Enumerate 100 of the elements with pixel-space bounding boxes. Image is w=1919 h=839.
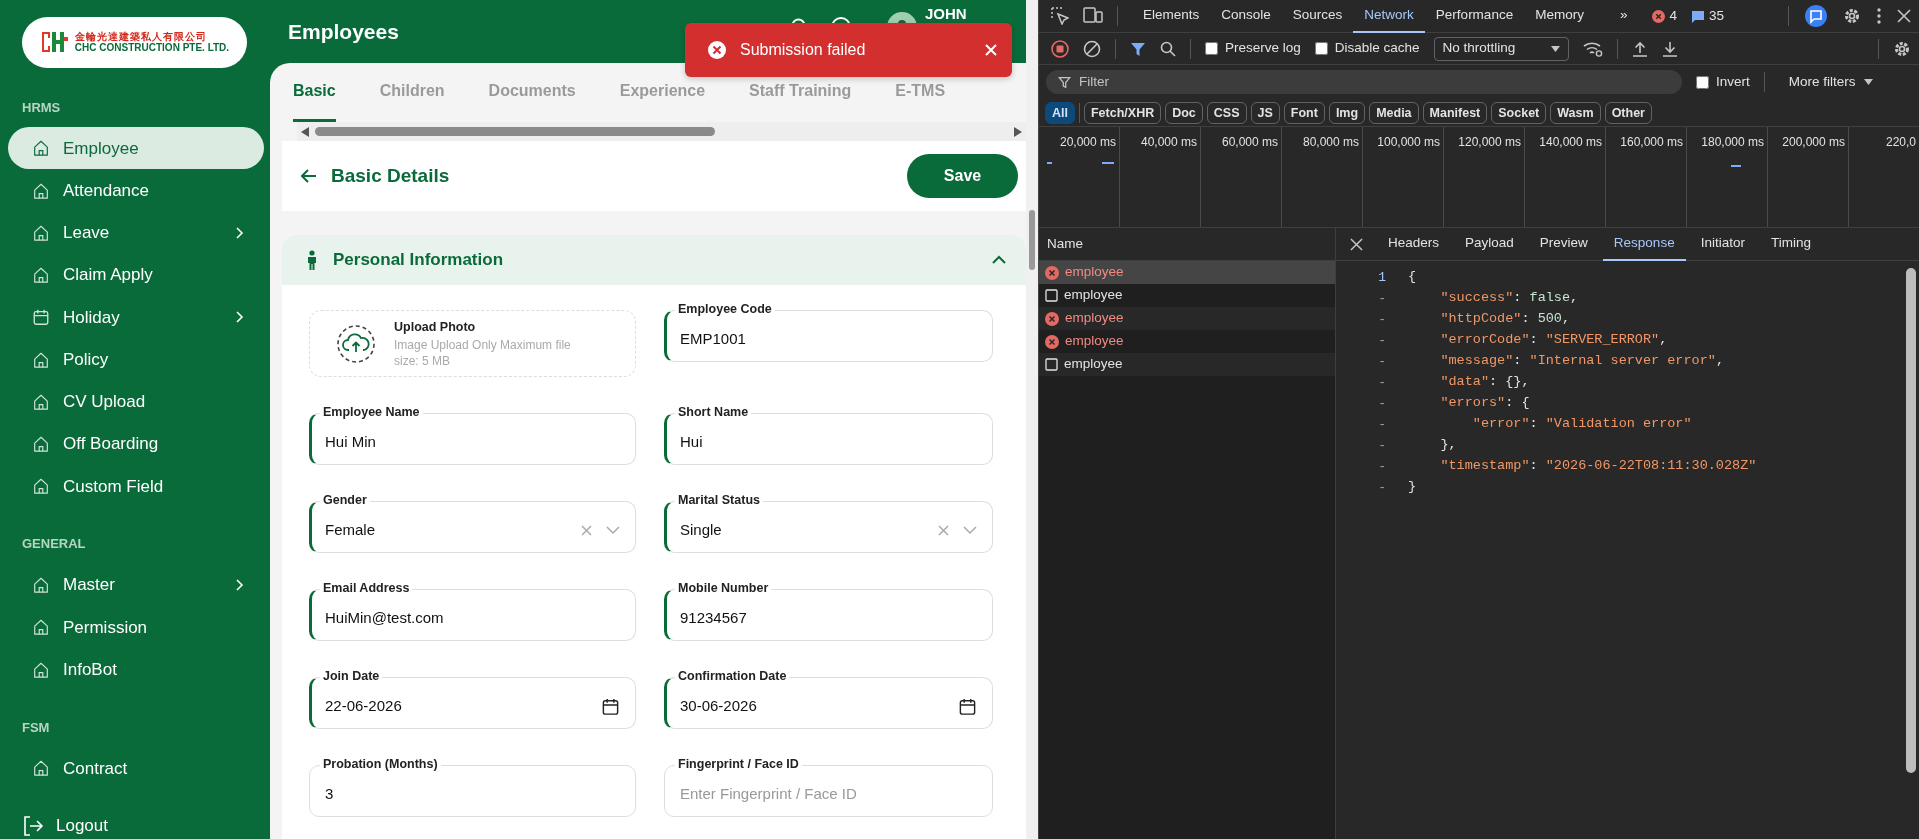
code-line: "message": "Internal server error", xyxy=(1439,352,1724,371)
upload-area[interactable]: Upload Photo Image Upload Only Maximum file size: 5 MB xyxy=(309,310,636,377)
section-heading: Basic Details xyxy=(331,163,450,188)
devtools-tab[interactable]: Elements xyxy=(1132,0,1211,33)
clear-icon[interactable] xyxy=(1083,39,1101,58)
detail-tab[interactable]: Headers xyxy=(1377,227,1451,261)
accordion-header[interactable]: Personal Information xyxy=(282,235,1026,285)
text-field[interactable]: Fingerprint / Face ID Enter Fingerprint / Face ID xyxy=(664,757,993,817)
type-filter-chip[interactable]: Manifest xyxy=(1422,101,1488,124)
error-icon xyxy=(1045,311,1059,326)
horizontal-scrollbar[interactable] xyxy=(297,122,1026,141)
detail-tab[interactable]: Preview xyxy=(1528,227,1599,261)
devtools-tab[interactable]: Console xyxy=(1210,0,1282,33)
type-filter-chip[interactable]: Wasm xyxy=(1550,101,1601,124)
logout-link[interactable]: Logout xyxy=(0,813,108,839)
type-filter-chip[interactable]: Socket xyxy=(1491,101,1547,124)
inspect-icon[interactable] xyxy=(1051,7,1069,25)
settings-icon[interactable] xyxy=(1843,7,1861,25)
sidebar-item[interactable]: Permission xyxy=(8,606,264,649)
message-icon xyxy=(1690,9,1705,23)
type-filter-chip[interactable]: Fetch/XHR xyxy=(1084,101,1162,124)
sidebar-item[interactable]: Employee xyxy=(8,127,264,170)
sidebar-item[interactable]: InfoBot xyxy=(8,648,264,691)
close-icon[interactable] xyxy=(1350,237,1363,251)
sidebar-item[interactable]: CV Upload xyxy=(8,380,264,423)
type-filter-chip[interactable]: Doc xyxy=(1165,101,1203,124)
field-value: 30-06-2026 xyxy=(680,695,757,716)
message-count-badge[interactable]: 35 xyxy=(1690,5,1724,27)
text-field[interactable]: Mobile Number 91234567 xyxy=(664,581,993,641)
devtools-tab[interactable]: Sources xyxy=(1281,0,1354,33)
assistant-icon[interactable] xyxy=(1805,5,1827,27)
sidebar-item[interactable]: Policy xyxy=(8,338,264,381)
request-row[interactable]: employee xyxy=(1039,330,1335,353)
sidebar-item[interactable]: Claim Apply xyxy=(8,253,264,297)
date-field[interactable]: Join Date 22-06-2026 xyxy=(309,669,636,729)
devtools-tab[interactable]: Memory xyxy=(1524,0,1595,33)
sidebar-item[interactable]: Off Boarding xyxy=(8,422,264,466)
calendar-icon[interactable] xyxy=(958,696,977,716)
right-arrow-icon[interactable] xyxy=(1014,126,1022,137)
devtools-tab[interactable]: Performance xyxy=(1424,0,1525,33)
text-field[interactable]: Employee Code EMP1001 xyxy=(664,302,993,362)
close-button[interactable] xyxy=(984,43,998,57)
vertical-scrollbar[interactable] xyxy=(1026,0,1038,839)
sidebar-item[interactable]: Holiday xyxy=(8,296,264,339)
timeline-tick: 60,000 ms xyxy=(1221,134,1278,151)
kebab-menu-icon[interactable] xyxy=(1877,8,1881,24)
type-filter-chip[interactable]: CSS xyxy=(1206,101,1247,124)
field-label: Employee Name xyxy=(320,405,423,420)
request-row[interactable]: employee xyxy=(1039,284,1335,307)
text-field[interactable]: Employee Name Hui Min xyxy=(309,405,636,465)
type-filter-chip[interactable]: All xyxy=(1045,101,1075,124)
request-row[interactable]: employee xyxy=(1039,353,1335,376)
more-filters-dropdown[interactable]: More filters xyxy=(1788,71,1873,93)
type-filter-chip[interactable]: Img xyxy=(1328,101,1366,124)
sidebar-item[interactable]: Attendance xyxy=(8,169,264,212)
sidebar-item[interactable]: Contract xyxy=(8,747,264,790)
save-button[interactable]: Save xyxy=(907,154,1018,198)
type-filter-chip[interactable]: JS xyxy=(1250,101,1280,124)
left-arrow-icon[interactable] xyxy=(301,126,309,137)
calendar-icon[interactable] xyxy=(601,696,620,716)
close-icon[interactable] xyxy=(1897,9,1911,23)
detail-tab[interactable]: Timing xyxy=(1759,227,1822,261)
back-arrow-icon[interactable] xyxy=(301,169,317,183)
vertical-scrollbar[interactable] xyxy=(1906,268,1916,773)
search-icon[interactable] xyxy=(1160,40,1176,57)
code-line: "errors": { xyxy=(1439,394,1530,413)
stop-recording-icon[interactable] xyxy=(1051,39,1069,58)
devtools-tab[interactable]: Network xyxy=(1353,0,1425,33)
filter-field[interactable]: Filter xyxy=(1046,70,1682,94)
device-icon[interactable] xyxy=(1083,7,1103,25)
request-row[interactable]: employee xyxy=(1039,261,1335,284)
filter-icon[interactable] xyxy=(1130,40,1146,57)
settings-icon[interactable] xyxy=(1893,39,1911,58)
error-count-badge[interactable]: 4 xyxy=(1652,5,1677,27)
sidebar-item[interactable]: Custom Field xyxy=(8,465,264,508)
upload-icon[interactable] xyxy=(1631,40,1648,57)
detail-tab[interactable]: Initiator xyxy=(1689,227,1756,261)
preserve-log-checkbox[interactable] xyxy=(1205,42,1218,55)
throttling-dropdown[interactable]: No throttling xyxy=(1433,36,1569,61)
date-field[interactable]: Confirmation Date 30-06-2026 xyxy=(664,669,993,729)
timeline-tick: 180,000 ms xyxy=(1701,134,1764,151)
request-row[interactable]: employee xyxy=(1039,307,1335,330)
invert-checkbox[interactable] xyxy=(1696,75,1709,89)
line-number: - xyxy=(1377,310,1386,329)
sidebar-item[interactable]: Master xyxy=(8,563,264,607)
download-icon[interactable] xyxy=(1661,40,1678,57)
detail-tab[interactable]: Payload xyxy=(1454,227,1525,261)
type-filter-chip[interactable]: Other xyxy=(1604,101,1652,124)
text-field[interactable]: Short Name Hui xyxy=(664,405,993,465)
field-value: 91234567 xyxy=(680,607,747,628)
more-tabs-button[interactable]: » xyxy=(1608,0,1639,33)
text-field[interactable]: Email Address HuiMin@test.com xyxy=(309,581,636,641)
detail-tab[interactable]: Response xyxy=(1602,227,1686,261)
type-filter-chip[interactable]: Media xyxy=(1369,101,1419,124)
sidebar-item[interactable]: Leave xyxy=(8,211,264,254)
type-filter-chip[interactable]: Font xyxy=(1283,101,1325,124)
wifi-settings-icon[interactable] xyxy=(1582,40,1603,57)
home-icon xyxy=(32,477,50,496)
disable-cache-checkbox[interactable] xyxy=(1314,42,1328,55)
text-field[interactable]: Probation (Months) 3 xyxy=(309,757,636,817)
